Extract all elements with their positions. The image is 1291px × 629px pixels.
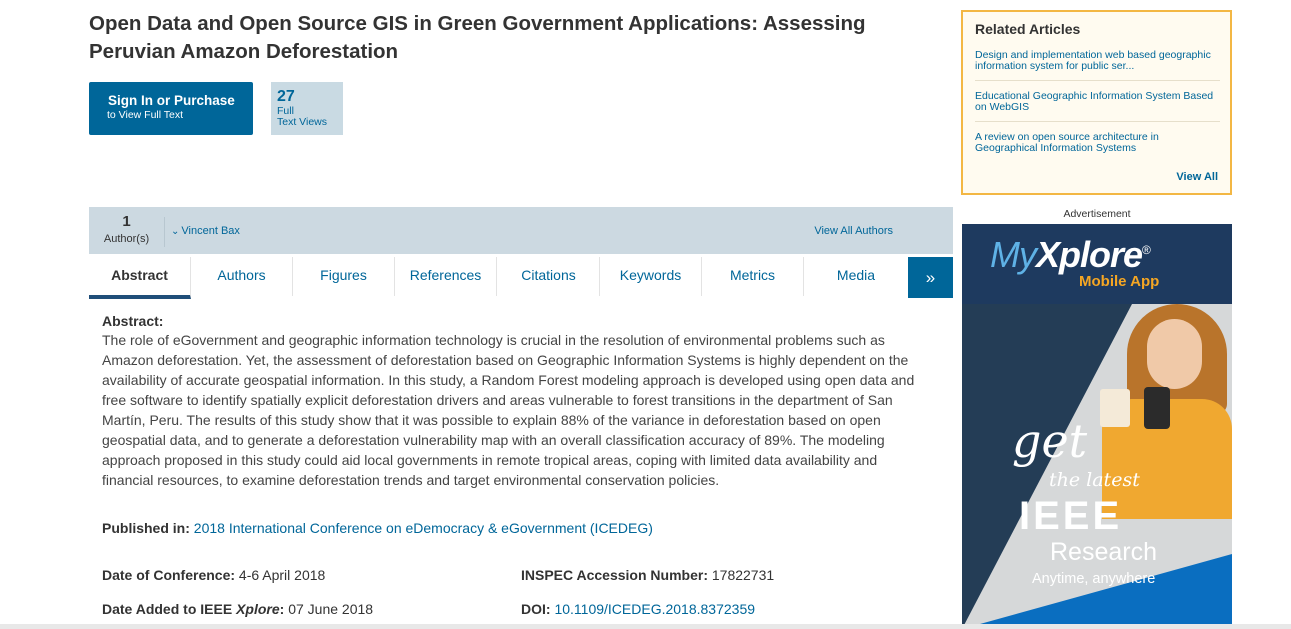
- full-text-views-metric[interactable]: 27 Full Text Views: [271, 82, 343, 135]
- tab-media[interactable]: Media: [805, 257, 907, 296]
- authors-count-number: 1: [122, 213, 131, 230]
- related-article-link[interactable]: Educational Geographic Information Syste…: [975, 91, 1220, 122]
- divider: [164, 217, 165, 247]
- sign-in-purchase-button[interactable]: Sign In or Purchase to View Full Text: [89, 82, 253, 135]
- date-added-label: Date Added to IEEE Xplore:: [102, 601, 284, 617]
- author-name: Vincent Bax: [181, 225, 240, 237]
- advertisement-label: Advertisement: [1063, 208, 1131, 220]
- tab-references[interactable]: References: [395, 257, 497, 296]
- sign-in-sublabel: to View Full Text: [107, 109, 184, 121]
- ad-get-text: get: [1012, 414, 1088, 468]
- date-added-label-post: :: [279, 601, 285, 617]
- myxplore-logo: MyXplore®: [990, 234, 1151, 276]
- tab-figures[interactable]: Figures: [293, 257, 395, 296]
- published-in-label: Published in:: [102, 520, 190, 536]
- ad-research-text: Research: [1050, 538, 1157, 566]
- article-title: Open Data and Open Source GIS in Green G…: [89, 12, 866, 63]
- author-link-vincent-bax[interactable]: ⌄ Vincent Bax: [171, 225, 240, 237]
- related-view-all-link[interactable]: View All: [1176, 171, 1218, 183]
- related-articles-panel: Related Articles Design and implementati…: [961, 10, 1232, 195]
- inspec-value: 17822731: [711, 567, 775, 583]
- double-chevron-right-icon: »: [925, 268, 936, 287]
- phone-icon: [1144, 387, 1170, 429]
- related-articles-title: Related Articles: [975, 21, 1081, 37]
- doi-row: DOI: 10.1109/ICEDEG.2018.8372359: [521, 601, 755, 618]
- ad-mobile-app: Mobile App: [1079, 273, 1160, 290]
- tab-abstract[interactable]: Abstract: [89, 257, 191, 299]
- doi-link[interactable]: 10.1109/ICEDEG.2018.8372359: [554, 601, 755, 617]
- inspec-label: INSPEC Accession Number:: [521, 567, 708, 583]
- tab-keywords[interactable]: Keywords: [600, 257, 702, 296]
- woman-face: [1147, 319, 1202, 389]
- ad-latest-text: the latest: [1049, 469, 1140, 491]
- myxplore-advertisement[interactable]: MyXplore® Mobile App get the latest IEEE…: [962, 224, 1232, 629]
- published-in-row: Published in: 2018 International Confere…: [102, 520, 653, 537]
- inspec-row: INSPEC Accession Number: 17822731: [521, 567, 774, 584]
- logo-xplore: Xplore: [1036, 234, 1143, 275]
- date-added-row: Date Added to IEEE Xplore: 07 June 2018: [102, 601, 373, 618]
- document-tabs: Abstract Authors Figures References Cita…: [89, 257, 953, 299]
- abstract-text: The role of eGovernment and geographic i…: [102, 332, 915, 488]
- logo-my: My: [990, 234, 1037, 275]
- tab-authors[interactable]: Authors: [191, 257, 293, 296]
- date-added-label-italic: Xplore: [236, 601, 280, 617]
- related-article-link[interactable]: A review on open source architecture in …: [975, 132, 1220, 162]
- sign-in-label: Sign In or Purchase: [108, 93, 235, 108]
- views-label-2: Text Views: [277, 116, 327, 128]
- abstract-heading: Abstract:: [102, 313, 164, 329]
- more-tabs-button[interactable]: »: [908, 257, 953, 298]
- date-added-value: 07 June 2018: [288, 601, 374, 617]
- related-article-link[interactable]: Design and implementation web based geog…: [975, 50, 1220, 81]
- doi-label: DOI:: [521, 601, 551, 617]
- authors-count: 1 Author(s): [89, 214, 164, 247]
- view-all-authors-link[interactable]: View All Authors: [814, 225, 893, 237]
- ad-tagline: Anytime, anywhere: [1032, 571, 1156, 587]
- authors-bar: 1 Author(s) ⌄ Vincent Bax View All Author…: [89, 207, 953, 254]
- ad-ieee-text: IEEE: [1019, 494, 1123, 538]
- views-count: 27: [277, 88, 295, 105]
- published-in-link[interactable]: 2018 International Conference on eDemocr…: [194, 520, 653, 536]
- chevron-down-icon: ⌄: [171, 226, 180, 237]
- date-of-conference-value: 4-6 April 2018: [238, 567, 326, 583]
- tab-metrics[interactable]: Metrics: [702, 257, 804, 296]
- date-added-label-pre: Date Added to IEEE: [102, 601, 237, 617]
- date-of-conference-label: Date of Conference:: [102, 567, 236, 583]
- date-of-conference-row: Date of Conference: 4-6 April 2018: [102, 567, 325, 584]
- logo-reg: ®: [1142, 243, 1151, 257]
- authors-count-label: Author(s): [103, 233, 150, 245]
- abstract-section: Abstract: The role of eGovernment and ge…: [102, 313, 942, 490]
- taskbar-strip: [0, 624, 1291, 629]
- tab-citations[interactable]: Citations: [498, 257, 600, 296]
